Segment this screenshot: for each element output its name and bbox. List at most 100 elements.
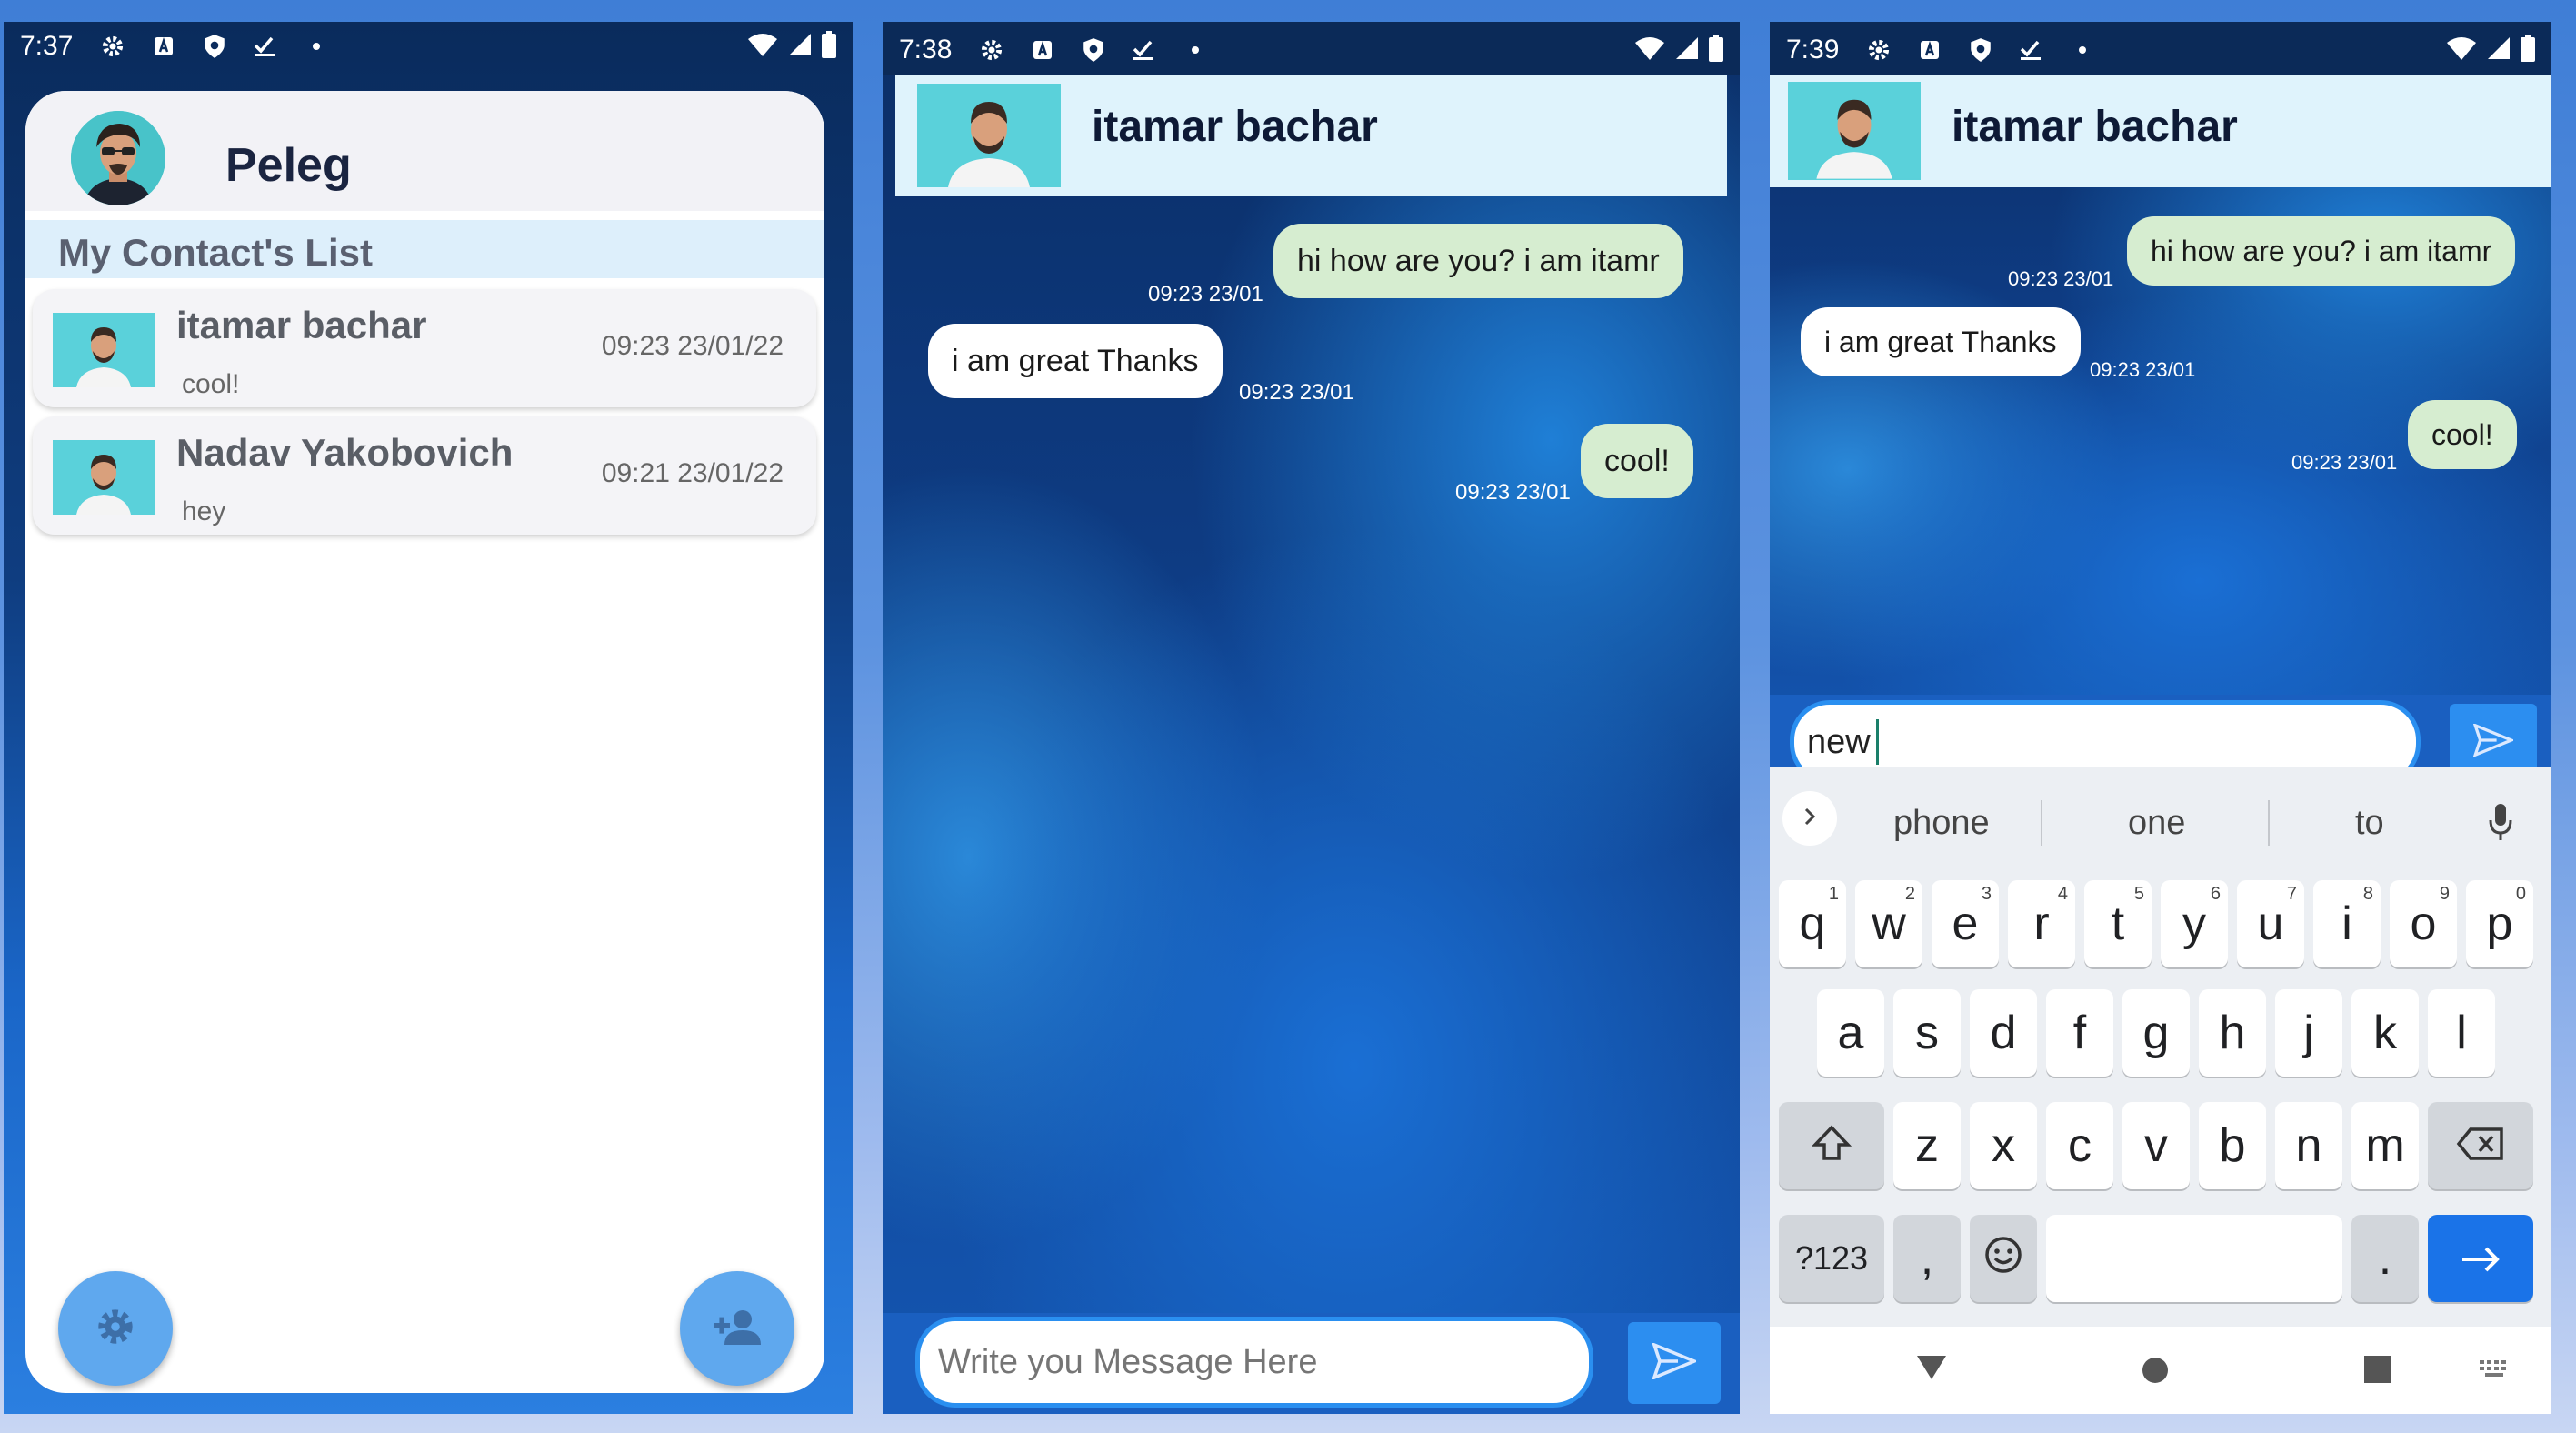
key-label: . <box>2378 1232 2392 1285</box>
key-g[interactable]: g <box>2122 989 2190 1077</box>
suggestion-divider <box>2041 800 2042 846</box>
key-a[interactable]: a <box>1817 989 1884 1077</box>
chevron-right-icon <box>1801 806 1819 832</box>
shift-key[interactable] <box>1779 1102 1884 1189</box>
message-bubble-out: cool! <box>1581 424 1693 498</box>
key-x[interactable]: x <box>1970 1102 2037 1189</box>
contact-name: Nadav Yakobovich <box>176 431 514 474</box>
recents-square-icon[interactable] <box>2364 1356 2391 1388</box>
text-cursor <box>1876 719 1879 765</box>
key-t[interactable]: 5t <box>2084 880 2152 967</box>
key-y[interactable]: 6y <box>2161 880 2228 967</box>
system-navigation-bar <box>1770 1327 2551 1414</box>
wifi-icon <box>747 32 778 65</box>
suggestion-expand-button[interactable] <box>1782 791 1837 846</box>
chat-contact-avatar[interactable] <box>917 84 1061 187</box>
key-o[interactable]: 9o <box>2390 880 2457 967</box>
contact-list-header: My Contact's List <box>25 220 824 278</box>
a-status-icon <box>1916 36 1943 64</box>
key-u[interactable]: 7u <box>2237 880 2304 967</box>
key-label: n <box>2295 1119 2322 1172</box>
chat-contact-name: itamar bachar <box>1952 103 2238 151</box>
key-label: , <box>1920 1232 1934 1285</box>
smiley-icon <box>1984 1231 2022 1286</box>
key-label: f <box>2072 1007 2087 1059</box>
backspace-key[interactable] <box>2428 1102 2533 1189</box>
message-time: 09:23 23/01 <box>2090 358 2196 381</box>
send-button[interactable] <box>1628 1322 1721 1404</box>
key-r[interactable]: 4r <box>2008 880 2075 967</box>
signal-icon <box>2486 35 2511 68</box>
key-b[interactable]: b <box>2199 1102 2266 1189</box>
checklist-status-icon <box>1131 36 1158 64</box>
suggestion-divider <box>2268 800 2270 846</box>
status-bar: 7:39 <box>1770 22 2551 75</box>
key-label: i <box>2341 897 2352 950</box>
key-label: v <box>2144 1119 2168 1172</box>
key-q[interactable]: 1q <box>1779 880 1846 967</box>
contact-list-title: My Contact's List <box>58 231 374 274</box>
key-c[interactable]: c <box>2046 1102 2113 1189</box>
contact-item[interactable]: itamar bachar cool! 09:23 23/01/22 <box>33 289 816 407</box>
key-d[interactable]: d <box>1970 989 2037 1077</box>
contacts-card: Peleg My Contact's List itamar bachar co… <box>25 91 824 1393</box>
message-time: 09:23 23/01 <box>2008 267 2114 290</box>
key-label: g <box>2142 1007 2170 1059</box>
contact-time: 09:23 23/01/22 <box>601 331 784 361</box>
key-w[interactable]: 2w <box>1855 880 1922 967</box>
key-n[interactable]: n <box>2275 1102 2342 1189</box>
key-i[interactable]: 8i <box>2313 880 2381 967</box>
key-p[interactable]: 0p <box>2466 880 2533 967</box>
key-label: o <box>2410 897 2437 950</box>
key-label: q <box>1799 897 1826 950</box>
key-e[interactable]: 3e <box>1932 880 1999 967</box>
user-avatar[interactable] <box>71 111 165 205</box>
add-person-icon <box>712 1306 763 1352</box>
key-number-hint: 9 <box>2439 884 2450 904</box>
contact-last-message: cool! <box>182 369 240 399</box>
emoji-key[interactable] <box>1970 1215 2037 1302</box>
key-m[interactable]: m <box>2351 1102 2419 1189</box>
symbols-key[interactable]: ?123 <box>1779 1215 1884 1302</box>
key-k[interactable]: k <box>2351 989 2419 1077</box>
suggestion-item[interactable]: one <box>2128 804 2185 843</box>
contact-item[interactable]: Nadav Yakobovich hey 09:21 23/01/22 <box>33 416 816 535</box>
chat-header: itamar bachar <box>895 75 1727 196</box>
key-f[interactable]: f <box>2046 989 2113 1077</box>
contact-time: 09:21 23/01/22 <box>601 458 784 488</box>
message-time: 09:23 23/01 <box>1239 380 1354 405</box>
home-circle-icon[interactable] <box>2141 1356 2170 1389</box>
a-status-icon <box>1029 36 1056 64</box>
settings-button[interactable] <box>58 1271 173 1386</box>
key-label: c <box>2068 1119 2092 1172</box>
key-number-hint: 4 <box>2057 884 2068 904</box>
message-bubble-in: i am great Thanks <box>928 324 1223 398</box>
period-key[interactable]: . <box>2351 1215 2419 1302</box>
message-input[interactable] <box>915 1317 1593 1408</box>
enter-key[interactable] <box>2428 1215 2533 1302</box>
back-triangle-icon[interactable] <box>1915 1354 1948 1386</box>
comma-key[interactable]: , <box>1893 1215 1961 1302</box>
key-s[interactable]: s <box>1893 989 1961 1077</box>
key-l[interactable]: l <box>2428 989 2495 1077</box>
key-z[interactable]: z <box>1893 1102 1961 1189</box>
key-h[interactable]: h <box>2199 989 2266 1077</box>
microphone-icon[interactable] <box>2488 802 2513 847</box>
suggestion-item[interactable]: to <box>2355 804 2384 843</box>
add-contact-button[interactable] <box>680 1271 794 1386</box>
space-key[interactable] <box>2046 1215 2342 1302</box>
keyboard-switch-icon[interactable] <box>2479 1359 2511 1384</box>
key-v[interactable]: v <box>2122 1102 2190 1189</box>
key-label: a <box>1837 1007 1864 1059</box>
key-label: t <box>2111 897 2125 950</box>
key-number-hint: 2 <box>1904 884 1915 904</box>
key-number-hint: 5 <box>2133 884 2144 904</box>
wifi-icon <box>2446 35 2477 68</box>
message-input-value: new <box>1807 723 1871 761</box>
keyboard: phone one to 1q 2w 3e 4r 5t 6y 7u 8i 9o … <box>1770 767 2551 1414</box>
key-j[interactable]: j <box>2275 989 2342 1077</box>
status-time: 7:37 <box>20 31 74 61</box>
chat-contact-avatar[interactable] <box>1788 82 1921 180</box>
wifi-icon <box>1634 35 1665 68</box>
suggestion-item[interactable]: phone <box>1893 804 1990 843</box>
